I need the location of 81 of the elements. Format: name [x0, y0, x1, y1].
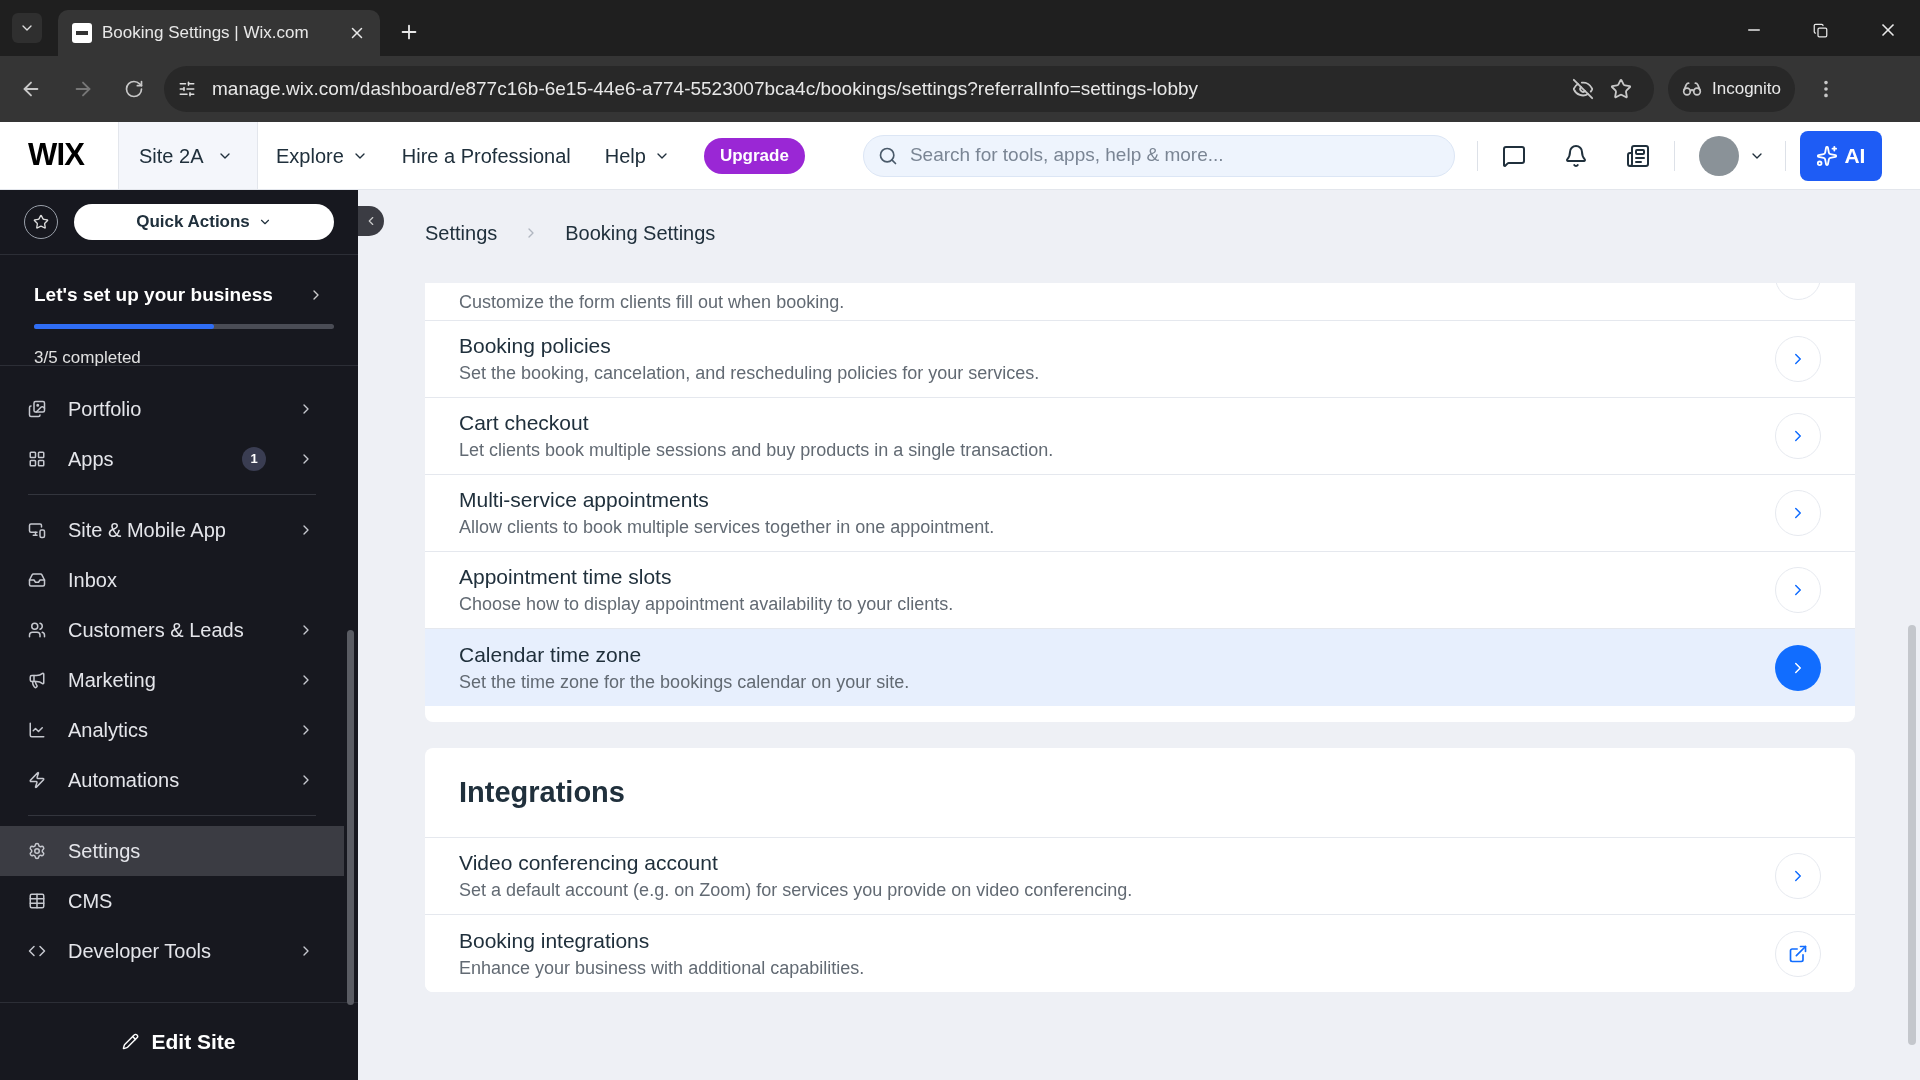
nav-menu-item[interactable]: Explore — [276, 140, 368, 171]
reload-icon[interactable] — [124, 79, 144, 99]
external-link-icon — [1788, 943, 1808, 964]
line-chart-icon — [28, 721, 46, 739]
upgrade-button[interactable]: Upgrade — [703, 137, 805, 174]
row-title: Multi-service appointments — [459, 487, 710, 513]
chat-icon[interactable] — [1501, 143, 1526, 168]
breadcrumb-item[interactable]: Settings — [425, 217, 498, 248]
nav-menu-item[interactable]: Hire a Professional — [401, 140, 571, 171]
sidebar-item[interactable]: Settings — [0, 826, 344, 876]
row-description: Let clients book multiple sessions and buy products in a single transaction. — [459, 439, 1055, 462]
settings-row[interactable]: Customize the form clients fill out when booking. — [425, 283, 1855, 321]
inbox-icon — [28, 571, 46, 589]
setup-link[interactable]: Let's set up your business — [34, 281, 324, 310]
quick-actions-button[interactable]: Quick Actions — [74, 204, 334, 240]
bookmark-star-icon[interactable] — [1610, 78, 1632, 100]
sparkle-icon — [1816, 144, 1839, 167]
row-description: Set the booking, cancelation, and rescheduling policies for your services. — [459, 362, 1041, 385]
sidebar-item[interactable]: Developer Tools — [0, 926, 344, 976]
devices-icon — [28, 521, 46, 539]
pencil-icon — [122, 1033, 140, 1050]
row-title: Cart checkout — [459, 410, 590, 436]
row-description: Set a default account (e.g. on Zoom) for services you provide on video conferencing. — [459, 879, 1134, 902]
sidebar-item[interactable]: Marketing — [0, 655, 344, 705]
tab-title: Booking Settings | Wix.com — [102, 22, 310, 45]
tab-list-button[interactable] — [12, 13, 42, 43]
row-description: Allow clients to book multiple services together in one appointment. — [459, 516, 996, 539]
chevron-button[interactable] — [1775, 644, 1821, 691]
sidebar-item[interactable]: Automations — [0, 755, 344, 826]
restore-icon[interactable] — [1813, 22, 1828, 38]
row-title: Appointment time slots — [459, 564, 673, 590]
bolt-icon — [28, 771, 46, 789]
scrollbar-thumb[interactable] — [347, 630, 354, 1005]
star-icon — [33, 214, 49, 230]
grid-icon — [28, 450, 46, 468]
edit-site-button[interactable]: Edit Site — [122, 1025, 236, 1058]
table-icon — [28, 892, 46, 910]
external-link-button[interactable] — [1775, 930, 1821, 977]
sidebar-item[interactable]: Inbox — [0, 555, 344, 605]
progress-status: 3/5 completed — [34, 346, 142, 369]
nav-menu-item[interactable]: Help — [604, 140, 670, 171]
sidebar-item[interactable]: Analytics — [0, 705, 344, 755]
url-text: manage.wix.com/dashboard/e877c16b-6e15-44e6-a774-5523007bca4c/bookings/settings?referralInfo=settings-lobby — [212, 76, 1199, 101]
row-description: Set the time zone for the bookings calendar on your site. — [459, 670, 911, 694]
megaphone-icon — [28, 671, 46, 689]
address-bar[interactable]: manage.wix.com/dashboard/e877c16b-6e15-44e6-a774-5523007bca4c/bookings/settings?referralInfo=settings-lobby — [164, 66, 1654, 112]
row-description: Customize the form clients fill out when booking. — [459, 290, 846, 314]
row-title: Calendar time zone — [459, 641, 643, 668]
row-description: Choose how to display appointment availability to your clients. — [459, 593, 955, 616]
avatar — [1698, 135, 1739, 176]
site-info-icon[interactable] — [178, 80, 196, 98]
settings-icon — [28, 842, 46, 860]
row-title: Booking integrations — [459, 927, 651, 954]
row-title: Booking policies — [459, 333, 612, 359]
sidebar-item[interactable]: CMS — [0, 876, 344, 926]
people-icon — [28, 621, 46, 639]
sidebar-item[interactable]: Customers & Leads — [0, 605, 344, 655]
browser-tab[interactable]: Booking Settings | Wix.com — [58, 10, 380, 56]
notifications-icon[interactable] — [1563, 143, 1588, 168]
sidebar-item[interactable]: Site & Mobile App — [0, 505, 344, 555]
site-selector[interactable]: Site 2A — [118, 122, 258, 189]
ai-button[interactable]: AI — [1799, 130, 1882, 181]
scrollbar-thumb[interactable] — [1908, 625, 1916, 1045]
row-description: Enhance your business with additional capabilities. — [459, 956, 866, 980]
favicon-icon — [72, 23, 92, 43]
incognito-badge[interactable]: Incognito — [1668, 66, 1795, 112]
wix-logo[interactable]: WIX — [0, 132, 118, 179]
news-icon[interactable] — [1625, 143, 1650, 168]
row-title: Video conferencing account — [459, 850, 719, 876]
breadcrumb-item: Booking Settings — [565, 220, 716, 246]
incognito-icon — [1682, 79, 1702, 99]
sidebar-item[interactable]: Apps 1 — [0, 434, 344, 505]
search-field[interactable]: Search for tools, apps, help & more... — [862, 134, 1455, 177]
eye-off-icon[interactable] — [1572, 78, 1594, 100]
gallery-icon — [28, 400, 46, 418]
collapse-sidebar-button[interactable] — [358, 206, 384, 236]
search-icon — [877, 145, 898, 166]
count-badge: 1 — [242, 447, 266, 471]
sidebar-item[interactable]: Portfolio — [0, 384, 344, 434]
settings-row[interactable]: Calendar time zone Set the time zone for the bookings calendar on your site. — [425, 629, 1855, 706]
search-input[interactable]: Search for tools, apps, help & more... — [909, 141, 1440, 170]
